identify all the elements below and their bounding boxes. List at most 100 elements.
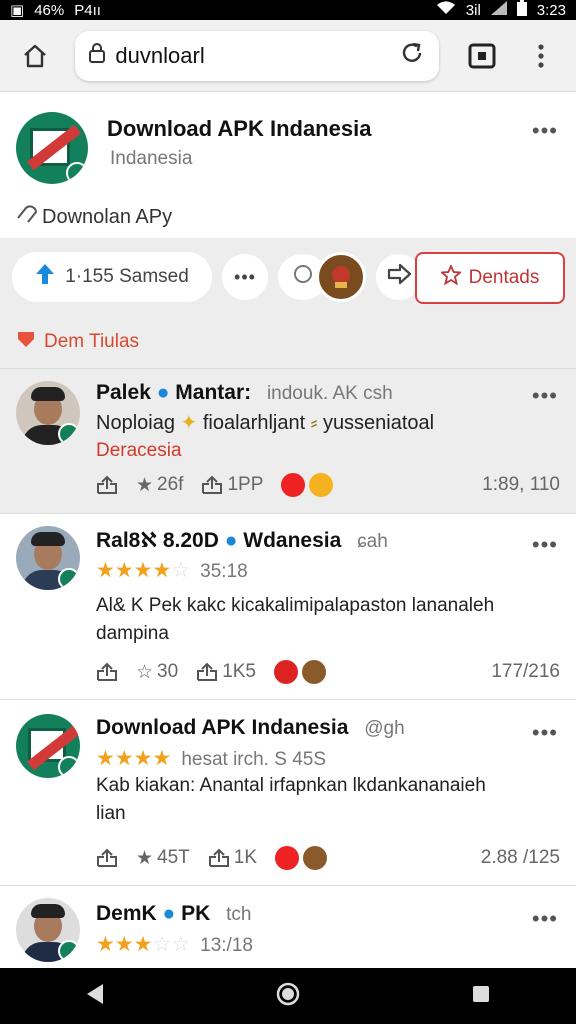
like-button[interactable]: ☆ 30 xyxy=(136,661,178,684)
review-time: hesat irch. S 45S xyxy=(181,749,327,770)
reply-count: 1PP xyxy=(227,474,264,495)
reply-count: 1K xyxy=(233,847,258,868)
share-button[interactable] xyxy=(96,848,118,868)
verified-badge-icon xyxy=(66,162,88,184)
reply-button[interactable]: 1K xyxy=(208,847,257,869)
star-rating: ★★★★ hesat irch. S 45S xyxy=(96,747,327,770)
review-text-1b: fioalarhljant xyxy=(202,412,306,434)
page-content: Download APK Indanesia Indanesia ••• Dow… xyxy=(0,92,576,968)
battery-icon xyxy=(516,0,527,20)
review-date: 2.88 /125 xyxy=(480,847,560,868)
review-more-icon[interactable]: ••• xyxy=(532,532,558,558)
back-icon[interactable] xyxy=(85,983,105,1010)
reviewer-name: Palek xyxy=(96,381,151,404)
more-options-icon[interactable]: ••• xyxy=(532,118,558,144)
system-nav-bar xyxy=(0,968,576,1024)
more-dots-icon: ••• xyxy=(234,266,256,287)
share-button[interactable] xyxy=(96,475,118,495)
reviewer-name-2: PK xyxy=(181,902,211,925)
lock-icon xyxy=(89,42,106,69)
star-icon: ★ xyxy=(136,847,154,869)
review-text: Noploiag ✦ fioalarhljant ⸗ yusseniatoal … xyxy=(96,409,536,465)
review-header: Download APK Indanesia @gh xyxy=(96,716,405,740)
home-icon[interactable] xyxy=(12,33,57,79)
reaction-icon[interactable] xyxy=(281,473,306,497)
reply-button[interactable]: 1K5 xyxy=(196,661,256,683)
app-subtitle: Indanesia xyxy=(110,148,193,169)
avatar xyxy=(16,381,80,445)
chat-icon: ● xyxy=(156,381,170,404)
verified-badge-icon xyxy=(58,756,80,778)
reply-button[interactable]: 1PP xyxy=(201,474,263,496)
recents-icon[interactable] xyxy=(471,984,491,1009)
notification-icon: ▣ xyxy=(10,2,25,19)
reviewer-name-2: Mantar: xyxy=(175,381,252,404)
avatar xyxy=(16,714,80,778)
review-meta: @gh xyxy=(364,718,405,739)
like-button[interactable]: ★ 26f xyxy=(136,474,183,497)
app-header: Download APK Indanesia Indanesia ••• Dow… xyxy=(0,92,576,238)
review-more-icon[interactable]: ••• xyxy=(532,906,558,932)
signal-icon xyxy=(490,1,507,19)
app-logo xyxy=(16,112,88,184)
check-icon: ⸗ xyxy=(310,412,318,434)
verified-badge-icon xyxy=(58,940,80,962)
review-more-icon[interactable]: ••• xyxy=(532,383,558,409)
review-text-1: Kab kiakan: Anantal irfapnkan lkdankanan… xyxy=(96,775,486,796)
home-circle-icon[interactable] xyxy=(275,981,301,1012)
action-area: 1·155 Samsed ••• Dentads Dem Tiulas Pale… xyxy=(0,238,576,514)
review-text: Kab kiakan: Anantal irfapnkan lkdankanan… xyxy=(96,772,556,828)
review-footer: ★ 26f 1PP 1:89, 110 xyxy=(96,473,560,497)
review-text-2: dampina xyxy=(96,623,169,644)
review-item: Ral8ℵ 8.20D ● Wdanesia ɕah ••• ★★★★☆ 35:1… xyxy=(0,514,576,700)
avatar xyxy=(16,898,80,962)
review-more-icon[interactable]: ••• xyxy=(532,720,558,746)
review-footer: ☆ 30 1K5 177/216 xyxy=(96,660,560,684)
section-title-text: Dem Tiulas xyxy=(44,331,140,352)
review-text: Al& K Pek kakc kicakalimipalapaston lana… xyxy=(96,592,556,648)
emoji-icon[interactable] xyxy=(303,846,328,870)
review-meta: tch xyxy=(226,904,252,925)
browser-toolbar: duvnloarl xyxy=(0,20,576,92)
battery-percent: 46% xyxy=(34,1,65,19)
review-text-1c: yusseniatoal xyxy=(322,412,435,434)
review-item: Download APK Indanesia @gh ••• ★★★★ hesat… xyxy=(0,700,576,886)
menu-dots-icon[interactable] xyxy=(519,33,564,79)
like-button[interactable]: ★ 45T xyxy=(136,847,190,870)
upvote-arrow-icon xyxy=(35,263,55,291)
address-bar[interactable]: duvnloarl xyxy=(75,30,440,81)
wifi-icon xyxy=(436,1,456,19)
refresh-icon[interactable] xyxy=(399,40,425,72)
like-count: 30 xyxy=(157,661,179,682)
share-button[interactable] xyxy=(96,662,118,682)
verified-badge-icon xyxy=(58,423,80,445)
reply-count: 1K5 xyxy=(222,661,256,682)
coat-of-arms-avatar xyxy=(316,252,366,302)
review-text-1: Al& K Pek kakc kicakalimipalapaston lana… xyxy=(96,595,495,616)
reaction-icon[interactable] xyxy=(275,846,300,870)
emoji-icon[interactable] xyxy=(309,473,334,497)
upvote-count-chip[interactable]: 1·155 Samsed xyxy=(12,252,212,302)
review-item: Palek ● Mantar: indouk. AK csh ••• Noplo… xyxy=(0,368,576,514)
app-title: Download APK Indanesia xyxy=(107,116,372,141)
section-title: Dem Tiulas xyxy=(16,330,139,354)
sparkle-icon: ✦ xyxy=(180,412,198,434)
review-item: DemK ● PK tch ••• ★★★☆☆ 13:/18 xyxy=(0,886,576,968)
review-meta: ɕah xyxy=(357,531,388,552)
upvote-count-label: 1·155 Samsed xyxy=(65,266,189,287)
dentads-label: Dentads xyxy=(468,267,540,288)
url-text: duvnloarl xyxy=(115,42,205,68)
more-actions-button[interactable]: ••• xyxy=(222,254,268,300)
review-time: 35:18 xyxy=(200,561,248,582)
tab-switcher-icon[interactable] xyxy=(459,33,504,79)
clock: 3:23 xyxy=(536,1,566,19)
reviewer-name-2: Wdanesia xyxy=(243,529,342,552)
review-header: Palek ● Mantar: indouk. AK csh xyxy=(96,381,393,405)
review-header: Ral8ℵ 8.20D ● Wdanesia ɕah xyxy=(96,528,388,553)
reaction-icon[interactable] xyxy=(274,660,298,684)
review-text-2: Deracesia xyxy=(96,440,182,461)
emoji-icon[interactable] xyxy=(302,660,326,684)
tag-icon xyxy=(16,204,38,230)
dentads-button[interactable]: Dentads xyxy=(415,252,565,304)
reviewer-name: Download APK Indanesia xyxy=(96,716,349,739)
